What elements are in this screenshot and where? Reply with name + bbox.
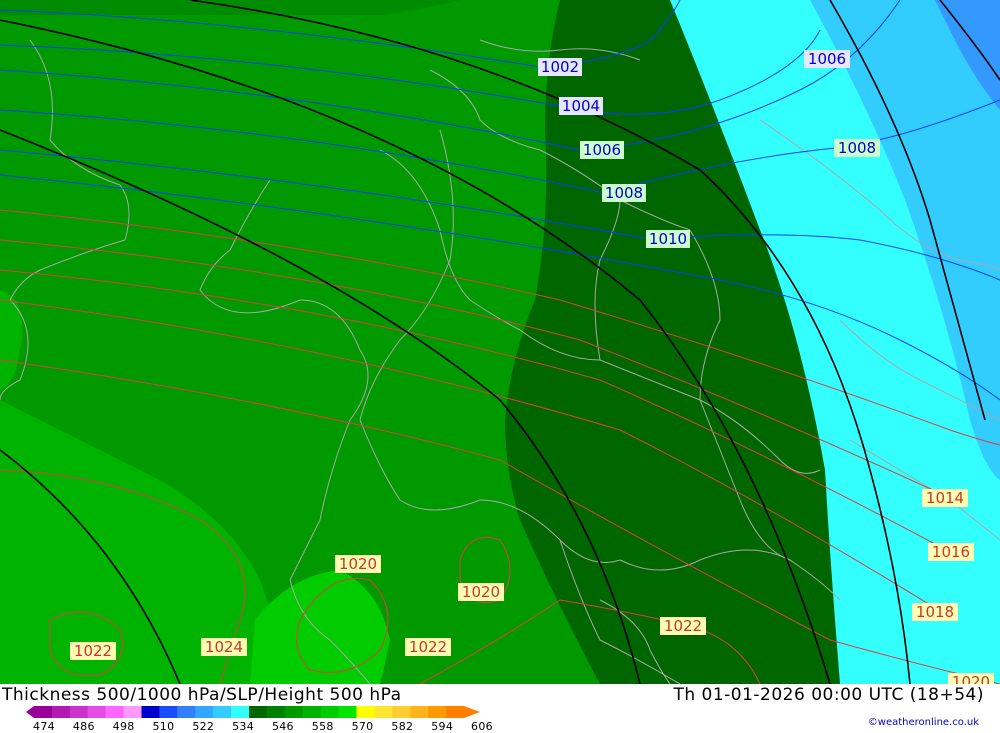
scale-swatch [69, 706, 89, 718]
pressure-label: 1024 [201, 638, 247, 656]
scale-swatch [266, 706, 286, 718]
svg-text:1020: 1020 [952, 673, 990, 684]
svg-text:1022: 1022 [74, 642, 112, 660]
svg-text:1004: 1004 [562, 97, 600, 115]
svg-text:1024: 1024 [205, 638, 243, 656]
svg-text:1002: 1002 [541, 58, 579, 76]
scale-swatch [428, 706, 447, 718]
pressure-label: 1008 [602, 184, 646, 202]
scale-swatch [195, 706, 214, 718]
pressure-label: 1002 [538, 58, 582, 76]
scale-swatch [374, 706, 393, 718]
scale-swatch [356, 706, 375, 718]
scale-tick-label: 510 [152, 720, 175, 733]
svg-text:1008: 1008 [838, 139, 876, 157]
svg-text:1014: 1014 [926, 489, 964, 507]
pressure-label: 1020 [948, 673, 994, 684]
pressure-label: 1010 [646, 230, 690, 248]
scale-tick-label: 546 [271, 720, 294, 733]
scale-swatch [302, 706, 322, 718]
pressure-label: 1006 [804, 50, 850, 68]
scale-swatch [123, 706, 142, 718]
pressure-label: 1020 [458, 583, 504, 601]
svg-text:1008: 1008 [605, 184, 643, 202]
svg-text:1022: 1022 [664, 617, 702, 635]
scale-swatch [141, 706, 160, 718]
forecast-datetime: Th 01-01-2026 00:00 UTC (18+54) [673, 685, 984, 705]
weather-map: 1002 1004 1006 1006 1008 1008 1010 1014 … [0, 0, 1000, 684]
scale-tick-label: 498 [112, 720, 135, 733]
scale-swatch [249, 706, 268, 718]
pressure-label: 1020 [335, 555, 381, 573]
scale-swatch [410, 706, 429, 718]
svg-text:1022: 1022 [409, 638, 447, 656]
scale-tick-label: 558 [311, 720, 334, 733]
pressure-label: 1022 [660, 617, 706, 635]
pressure-label: 1022 [405, 638, 451, 656]
pressure-label: 1008 [834, 139, 880, 157]
pressure-label: 1014 [922, 489, 968, 507]
scale-swatch [284, 706, 304, 718]
scale-swatch [105, 706, 125, 718]
scale-swatch [320, 706, 340, 718]
credit-link[interactable]: ©weatheronline.co.uk [868, 717, 979, 728]
svg-text:1016: 1016 [932, 543, 970, 561]
svg-text:1010: 1010 [649, 230, 687, 248]
map-footer: Thickness 500/1000 hPa/SLP/Height 500 hP… [0, 684, 1000, 733]
scale-tick-label: 570 [351, 720, 374, 733]
scale-arrow-left [26, 706, 34, 718]
scale-swatch [446, 706, 465, 718]
scale-tick-label: 522 [192, 720, 215, 733]
pressure-label: 1022 [70, 642, 116, 660]
svg-text:1006: 1006 [808, 50, 846, 68]
svg-text:1018: 1018 [916, 603, 954, 621]
pressure-label: 1018 [912, 603, 958, 621]
scale-tick-label: 534 [232, 720, 255, 733]
scale-tick-label: 582 [391, 720, 414, 733]
scale-swatch [213, 706, 232, 718]
scale-tick-label: 474 [33, 720, 55, 733]
scale-swatch [392, 706, 411, 718]
scale-swatch [34, 706, 53, 718]
svg-text:1020: 1020 [339, 555, 377, 573]
scale-tick-label: 594 [431, 720, 454, 733]
scale-swatch [231, 706, 250, 718]
map-title: Thickness 500/1000 hPa/SLP/Height 500 hP… [2, 685, 402, 705]
pressure-label: 1016 [928, 543, 974, 561]
scale-swatch [159, 706, 178, 718]
scale-swatch [87, 706, 107, 718]
pressure-label: 1006 [580, 141, 624, 159]
thickness-band-green-mid [0, 0, 460, 15]
scale-swatch [338, 706, 357, 718]
scale-arrow-right [464, 706, 480, 718]
svg-text:1006: 1006 [583, 141, 621, 159]
scale-tick-label: 606 [471, 720, 493, 733]
scale-swatch [51, 706, 71, 718]
scale-tick-label: 486 [72, 720, 95, 733]
scale-swatch [177, 706, 196, 718]
pressure-label: 1004 [559, 97, 603, 115]
svg-text:1020: 1020 [462, 583, 500, 601]
thickness-color-scale [26, 706, 480, 718]
